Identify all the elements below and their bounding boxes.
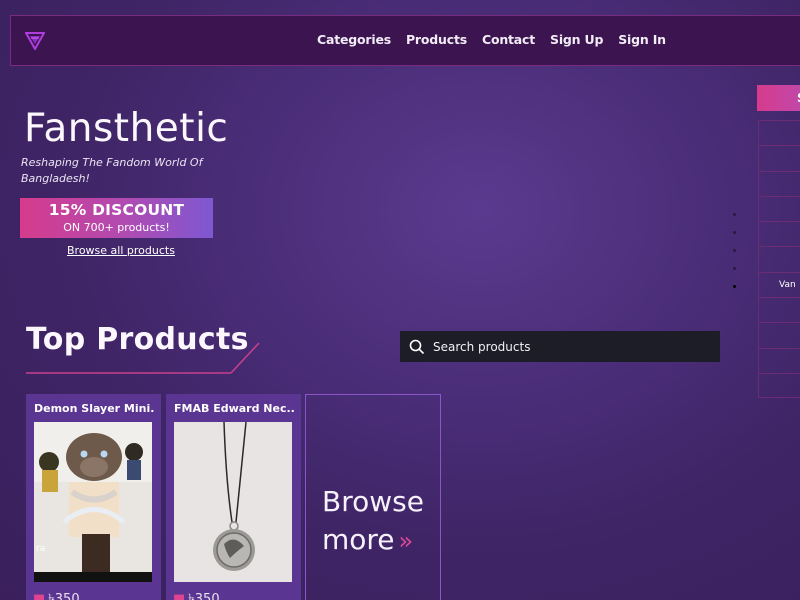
- side-row: [759, 349, 800, 374]
- carousel-dot[interactable]: [733, 213, 736, 216]
- nav-sign-up[interactable]: Sign Up: [550, 32, 603, 47]
- nav-sign-in[interactable]: Sign In: [618, 32, 666, 47]
- product-image: [174, 422, 292, 582]
- double-chevron-right-icon: »: [398, 527, 414, 555]
- search-input[interactable]: [433, 339, 713, 354]
- side-row: [759, 247, 800, 273]
- product-title: FMAB Edward Nec...: [174, 402, 294, 415]
- product-price: ■ ৳350: [33, 590, 80, 600]
- browse-more-card[interactable]: Browse more»: [305, 394, 441, 600]
- browse-more-line1: Browse: [322, 485, 424, 518]
- side-row: [759, 323, 800, 349]
- carousel-dot[interactable]: [733, 231, 736, 234]
- search-bar[interactable]: [400, 331, 720, 362]
- product-price-value: ৳350: [48, 592, 80, 600]
- hero-subtitle: Reshaping The Fandom World Of Bangladesh…: [21, 156, 203, 185]
- carousel-dots: [733, 213, 736, 303]
- price-marker-icon: ■: [173, 592, 186, 600]
- side-row: [759, 146, 800, 172]
- browse-more-line2: more: [322, 523, 395, 556]
- carousel-dot-active[interactable]: [733, 285, 736, 288]
- triangle-logo-icon[interactable]: [25, 32, 45, 50]
- nav-categories[interactable]: Categories: [317, 32, 391, 47]
- side-panel-table: Van: [758, 120, 800, 398]
- product-card[interactable]: Demon Slayer Mini... ra ■ ৳350: [26, 394, 161, 600]
- browse-more-text: Browse more»: [322, 483, 424, 560]
- side-row: [759, 172, 800, 197]
- discount-subtext: ON 700+ products!: [63, 221, 170, 234]
- side-row: [759, 222, 800, 248]
- title-underline-decoration: [26, 342, 260, 374]
- side-panel-button[interactable]: S: [757, 85, 800, 111]
- price-marker-icon: ■: [33, 592, 46, 600]
- navbar: Categories Products Contact Sign Up Sign…: [10, 15, 800, 66]
- side-row: [759, 121, 800, 147]
- image-caption: ra: [36, 544, 46, 554]
- product-price-value: ৳350: [188, 592, 220, 600]
- search-icon: [409, 339, 425, 354]
- browse-all-link[interactable]: Browse all products: [67, 244, 175, 257]
- side-row: [759, 298, 800, 324]
- product-card[interactable]: FMAB Edward Nec... ■ ৳350: [166, 394, 301, 600]
- discount-banner[interactable]: 15% DISCOUNT ON 700+ products!: [20, 198, 213, 238]
- nav-contact[interactable]: Contact: [482, 32, 535, 47]
- nav-products[interactable]: Products: [406, 32, 467, 47]
- discount-headline: 15% DISCOUNT: [48, 201, 185, 219]
- side-row: Van: [759, 273, 800, 299]
- carousel-dot[interactable]: [733, 249, 736, 252]
- carousel-dot[interactable]: [733, 267, 736, 270]
- side-row: [759, 197, 800, 223]
- nav-links: Categories Products Contact Sign Up Sign…: [317, 32, 681, 47]
- product-title: Demon Slayer Mini...: [34, 402, 154, 415]
- product-price: ■ ৳350: [173, 590, 220, 600]
- product-image: ra: [34, 422, 152, 582]
- side-row-text: Van: [779, 279, 796, 290]
- hero-title: Fansthetic: [24, 106, 229, 151]
